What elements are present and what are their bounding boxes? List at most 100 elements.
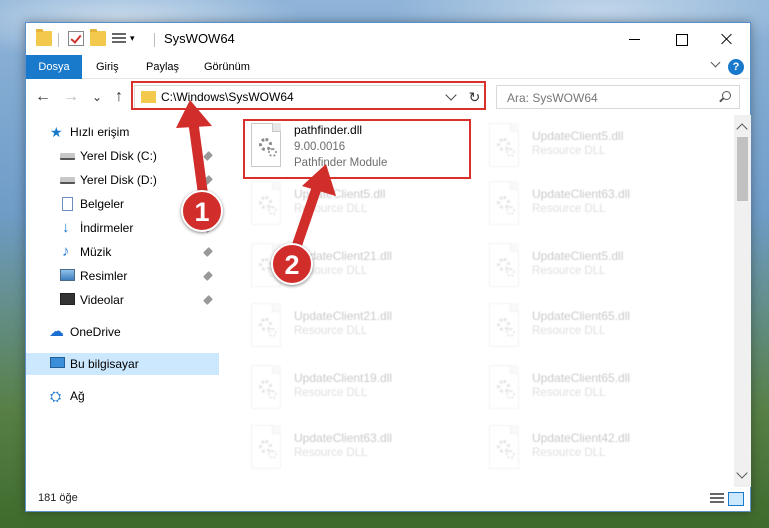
ribbon: Dosya Giriş Paylaş Görünüm ?: [26, 55, 750, 79]
cloud-icon: ☁: [49, 323, 64, 340]
properties-check-icon[interactable]: [68, 31, 84, 46]
dll-file-icon: [485, 243, 521, 289]
videos-icon: [60, 293, 75, 305]
chevron-down-icon[interactable]: ▾: [130, 33, 135, 44]
file-tile[interactable]: UpdateClient21.dll Resource DLL: [244, 299, 468, 355]
file-type: Resource DLL: [532, 447, 606, 459]
tiles-view-icon[interactable]: [728, 492, 744, 506]
music-icon: ♪: [62, 243, 70, 260]
star-icon: ★: [50, 124, 63, 140]
file-name: UpdateClient42.dll: [532, 431, 631, 445]
pin-icon: [203, 271, 213, 281]
tab-view[interactable]: Görünüm: [192, 55, 262, 79]
network-icon: ⛭: [50, 388, 62, 404]
document-icon: [62, 197, 73, 211]
file-tile[interactable]: UpdateClient65.dll Resource DLL: [482, 299, 706, 355]
tab-home[interactable]: Giriş: [84, 55, 131, 79]
up-arrow-icon[interactable]: ↑: [110, 88, 128, 106]
sidebar-item-label: Hızlı erişim: [70, 125, 130, 139]
dll-file-icon: [485, 123, 521, 169]
file-name: UpdateClient63.dll: [532, 187, 631, 201]
dll-file-icon: [247, 303, 283, 349]
sidebar-item-videos[interactable]: Videolar: [26, 289, 219, 311]
file-tile[interactable]: UpdateClient5.dll Resource DLL: [482, 119, 706, 175]
sidebar-item-onedrive[interactable]: ☁ OneDrive: [26, 321, 219, 343]
file-type: Resource DLL: [532, 145, 606, 157]
expand-ribbon-icon[interactable]: [710, 59, 720, 69]
file-tile[interactable]: UpdateClient5.dll Resource DLL: [244, 177, 468, 233]
divider: [58, 33, 59, 47]
sidebar-item-quick-access[interactable]: ★ Hızlı erişim: [26, 121, 219, 143]
file-tile[interactable]: UpdateClient63.dll Resource DLL: [482, 177, 706, 233]
help-icon[interactable]: ?: [728, 59, 744, 75]
sidebar-item-music[interactable]: ♪ Müzik: [26, 241, 219, 263]
file-type: Resource DLL: [294, 325, 368, 337]
file-name: UpdateClient21.dll: [294, 309, 393, 323]
item-count: 181 öğe: [38, 492, 78, 504]
dll-file-icon: [485, 181, 521, 227]
disk-icon: [60, 153, 75, 160]
maximize-icon[interactable]: [658, 23, 704, 55]
window-title: SysWOW64: [164, 31, 235, 46]
sidebar-item-local-disk-d[interactable]: Yerel Disk (D:): [26, 169, 219, 191]
scroll-thumb[interactable]: [737, 137, 748, 201]
file-type: Resource DLL: [532, 203, 606, 215]
sidebar-item-label: Videolar: [80, 293, 124, 307]
details-view-icon[interactable]: [710, 493, 724, 505]
tab-file[interactable]: Dosya: [26, 55, 82, 79]
sidebar-item-label: Resimler: [80, 269, 128, 283]
dll-file-icon: [485, 303, 521, 349]
download-icon: ↓: [62, 219, 70, 236]
sidebar-item-local-disk-c[interactable]: Yerel Disk (C:): [26, 145, 219, 167]
tab-share[interactable]: Paylaş: [134, 55, 191, 79]
recent-locations-icon[interactable]: ⌄: [88, 88, 106, 106]
back-arrow-icon[interactable]: ←: [34, 88, 52, 106]
file-type: Resource DLL: [532, 387, 606, 399]
pin-icon: [203, 151, 213, 161]
file-type: Resource DLL: [532, 265, 606, 277]
navigation-pane: ★ Hızlı erişim Yerel Disk (C:) Yerel Dis…: [26, 115, 219, 487]
close-icon[interactable]: [704, 23, 750, 55]
forward-arrow-icon[interactable]: →: [62, 88, 80, 106]
dll-file-icon: [247, 425, 283, 471]
sidebar-item-network[interactable]: ⛭ Ağ: [26, 385, 219, 407]
address-highlight-box: [131, 81, 486, 110]
search-input[interactable]: Ara: SysWOW64: [496, 85, 740, 109]
sidebar-item-label: Belgeler: [80, 197, 125, 211]
title-bar: ▾ SysWOW64: [26, 23, 750, 55]
minimize-icon[interactable]: [612, 23, 658, 55]
sidebar-item-label: Ağ: [70, 389, 85, 403]
sidebar-item-pictures[interactable]: Resimler: [26, 265, 219, 287]
pin-icon: [203, 247, 213, 257]
pin-icon: [203, 295, 213, 305]
sidebar-item-label: Bu bilgisayar: [70, 357, 139, 371]
file-tile[interactable]: UpdateClient63.dll Resource DLL: [244, 421, 468, 477]
scroll-up-icon[interactable]: [736, 123, 748, 135]
computer-icon: [50, 357, 65, 368]
file-name: UpdateClient5.dll: [532, 129, 624, 143]
file-tile[interactable]: UpdateClient65.dll Resource DLL: [482, 361, 706, 417]
file-name: UpdateClient65.dll: [532, 309, 631, 323]
sidebar-item-this-pc[interactable]: Bu bilgisayar: [26, 353, 219, 375]
file-tile[interactable]: UpdateClient5.dll Resource DLL: [482, 239, 706, 295]
divider: [154, 33, 155, 47]
vertical-scrollbar[interactable]: [734, 115, 751, 487]
search-icon[interactable]: [722, 91, 731, 100]
new-folder-icon[interactable]: [90, 29, 106, 46]
sidebar-item-label: Yerel Disk (D:): [80, 173, 157, 187]
pin-icon: [203, 175, 213, 185]
file-tile[interactable]: UpdateClient42.dll Resource DLL: [482, 421, 706, 477]
file-tile[interactable]: UpdateClient19.dll Resource DLL: [244, 361, 468, 417]
sidebar-item-label: Yerel Disk (C:): [80, 149, 157, 163]
search-placeholder: Ara: SysWOW64: [507, 91, 598, 105]
file-name: UpdateClient5.dll: [532, 249, 624, 263]
file-type: Resource DLL: [532, 325, 606, 337]
file-highlight-box: [243, 119, 471, 179]
customize-icon[interactable]: [112, 33, 126, 45]
step-badge-1: 1: [181, 190, 223, 232]
file-name: UpdateClient5.dll: [294, 187, 386, 201]
status-bar: 181 öğe: [26, 487, 750, 511]
scroll-down-icon[interactable]: [736, 467, 748, 479]
file-type: Resource DLL: [294, 387, 368, 399]
file-name: UpdateClient63.dll: [294, 431, 393, 445]
